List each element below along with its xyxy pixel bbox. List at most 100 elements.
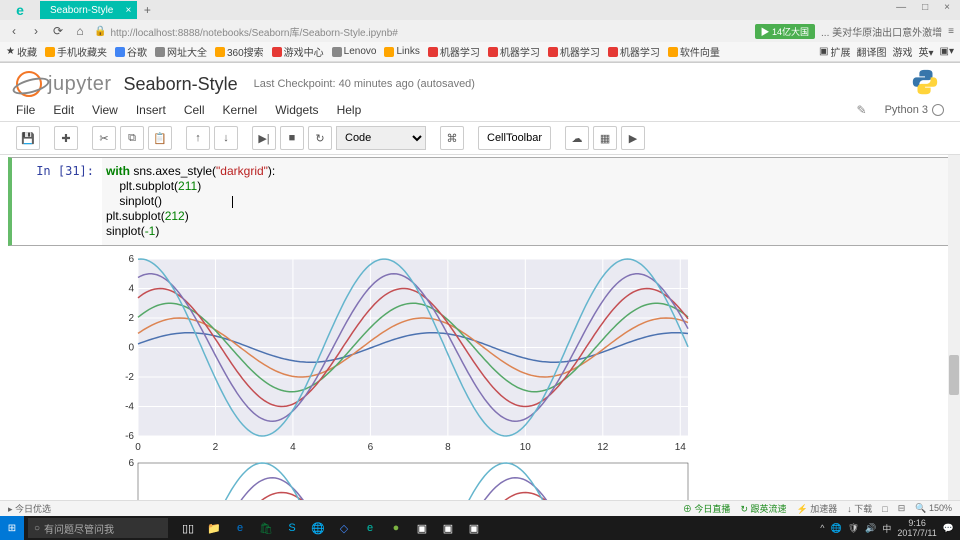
bookmark-item[interactable]: 360搜索 <box>215 44 264 59</box>
app-icon[interactable]: ▣ <box>410 518 434 538</box>
tray-icon[interactable]: 🌐 <box>831 523 842 534</box>
present-icon[interactable]: ▦ <box>593 126 617 150</box>
app-icon[interactable]: e <box>228 518 252 538</box>
taskview-icon[interactable]: ▯▯ <box>176 518 200 538</box>
close-icon[interactable]: × <box>126 5 132 16</box>
app-icon[interactable]: ◇ <box>332 518 356 538</box>
edit-icon[interactable]: ✎ <box>857 103 867 117</box>
menu-kernel[interactable]: Kernel <box>223 103 258 117</box>
bookmark-item[interactable]: Lenovo <box>332 46 377 57</box>
bookmark-item[interactable]: 谷歌 <box>115 44 147 59</box>
move-up-icon[interactable]: ↑ <box>186 126 210 150</box>
cell-prompt: In [31]: <box>12 158 102 245</box>
bookmark-item[interactable]: 机器学习 <box>548 44 600 59</box>
command-palette-icon[interactable]: ⌘ <box>440 126 464 150</box>
copy-icon[interactable]: ⧉ <box>120 126 144 150</box>
tray-icon[interactable]: 🔊 <box>865 523 876 534</box>
notebook-title[interactable]: Seaborn-Style <box>124 74 238 95</box>
home-icon[interactable]: ⌂ <box>72 23 88 39</box>
svg-text:-6: -6 <box>125 431 134 442</box>
menu-insert[interactable]: Insert <box>136 103 166 117</box>
add-cell-icon[interactable]: ✚ <box>54 126 78 150</box>
status-item[interactable]: ⚡ 加速器 <box>797 502 838 515</box>
app-icon[interactable]: ▣ <box>462 518 486 538</box>
windows-taskbar: ⊞ ○ 有问题尽管问我 ▯▯ 📁 e 🛍 S 🌐 ◇ e ● ▣ ▣ ▣ ^ 🌐… <box>0 516 960 540</box>
menu-cell[interactable]: Cell <box>184 103 205 117</box>
run-icon[interactable]: ▶| <box>252 126 276 150</box>
status-item[interactable]: ↻ 跟英流速 <box>740 502 786 515</box>
taskbar-apps: ▯▯ 📁 e 🛍 S 🌐 ◇ e ● ▣ ▣ ▣ <box>176 518 486 538</box>
menu-file[interactable]: File <box>16 103 35 117</box>
status-item[interactable]: ⊕ 今日直播 <box>683 502 731 515</box>
tray-icon[interactable]: 🛡 <box>848 523 859 534</box>
app-icon[interactable]: e <box>358 518 382 538</box>
status-left[interactable]: ▸ 今日优选 <box>8 502 51 515</box>
bookmark-item[interactable]: 游戏中心 <box>272 44 324 59</box>
app-icon[interactable]: 🛍 <box>254 518 278 538</box>
app-icon[interactable]: 📁 <box>202 518 226 538</box>
bookmark-item[interactable]: 机器学习 <box>608 44 660 59</box>
app-icon[interactable]: 🌐 <box>306 518 330 538</box>
save-icon[interactable]: 💾 <box>16 126 40 150</box>
reload-icon[interactable]: ⟳ <box>50 23 66 39</box>
clock[interactable]: 9:16 2017/7/11 <box>897 518 936 538</box>
menu-icon[interactable]: ≡ <box>948 26 954 37</box>
minimize-icon[interactable]: — <box>892 2 910 13</box>
tray-icon[interactable]: 中 <box>882 522 891 535</box>
app-icon[interactable]: ● <box>384 518 408 538</box>
scrollbar[interactable] <box>948 155 960 537</box>
menu-help[interactable]: Help <box>337 103 362 117</box>
close-window-icon[interactable]: × <box>940 2 954 13</box>
back-icon[interactable]: ‹ <box>6 23 22 39</box>
maximize-icon[interactable]: □ <box>918 2 932 13</box>
svg-text:6: 6 <box>368 442 374 453</box>
app-icon[interactable]: S <box>280 518 304 538</box>
tray-icon[interactable]: ^ <box>820 523 824 533</box>
window-controls: — □ × <box>886 0 960 15</box>
cut-icon[interactable]: ✂ <box>92 126 116 150</box>
bookmark-star-icon[interactable]: ★ 收藏 <box>6 44 37 59</box>
bookmark-item[interactable]: 网址大全 <box>155 44 207 59</box>
celltype-select[interactable]: Code <box>336 126 426 150</box>
menu-view[interactable]: View <box>92 103 118 117</box>
bookmark-right[interactable]: ▣ 扩展 <box>819 44 850 59</box>
bookmark-right[interactable]: 翻译图 <box>857 44 887 59</box>
bookmark-right[interactable]: 游戏 <box>893 44 913 59</box>
youtube-icon[interactable]: ▶ <box>621 126 645 150</box>
cortana-search[interactable]: ○ 有问题尽管问我 <box>28 518 168 538</box>
menu-edit[interactable]: Edit <box>53 103 74 117</box>
bookmark-item[interactable]: 机器学习 <box>488 44 540 59</box>
bookmark-item[interactable]: Links <box>384 46 419 57</box>
cell-output: -6-4-2024602468101214 6 <box>8 248 952 508</box>
browser-tab[interactable]: Seaborn-Style × <box>40 1 137 19</box>
app-icon[interactable]: ▣ <box>436 518 460 538</box>
start-button[interactable]: ⊞ <box>0 516 24 540</box>
badge[interactable]: ▶ 14亿大国 <box>755 24 816 39</box>
svg-text:6: 6 <box>128 254 134 265</box>
status-item[interactable]: ↓ 下载 <box>847 502 872 515</box>
celltoolbar-button[interactable]: CellToolbar <box>478 126 551 150</box>
move-down-icon[interactable]: ↓ <box>214 126 238 150</box>
jupyter-logo[interactable]: jupyter <box>16 71 112 97</box>
bookmark-right[interactable]: 英▾ <box>919 44 934 59</box>
zoom-level[interactable]: 🔍 150% <box>915 503 952 514</box>
bookmark-item[interactable]: 软件向量 <box>668 44 720 59</box>
bookmark-item[interactable]: 手机收藏夹 <box>45 44 107 59</box>
url-field[interactable]: 🔒 http://localhost:8888/notebooks/Seabor… <box>94 24 749 39</box>
menu-widgets[interactable]: Widgets <box>275 103 318 117</box>
notification-icon[interactable]: 💬 <box>943 523 954 534</box>
code-input[interactable]: with sns.axes_style("darkgrid"): plt.sub… <box>102 158 951 245</box>
bookmark-item[interactable]: 机器学习 <box>428 44 480 59</box>
status-item[interactable]: □ <box>882 504 887 514</box>
bookmark-right[interactable]: ▣▾ <box>940 44 954 59</box>
stop-icon[interactable]: ■ <box>280 126 304 150</box>
status-item[interactable]: ⊟ <box>898 503 906 514</box>
scroll-thumb[interactable] <box>949 355 959 395</box>
restart-icon[interactable]: ↻ <box>308 126 332 150</box>
code-cell[interactable]: In [31]: with sns.axes_style("darkgrid")… <box>8 157 952 246</box>
cloud-icon[interactable]: ☁ <box>565 126 589 150</box>
new-tab-button[interactable]: + <box>137 3 157 17</box>
paste-icon[interactable]: 📋 <box>148 126 172 150</box>
system-tray: ^ 🌐 🛡 🔊 中 9:16 2017/7/11 💬 <box>814 518 960 538</box>
forward-icon[interactable]: › <box>28 23 44 39</box>
